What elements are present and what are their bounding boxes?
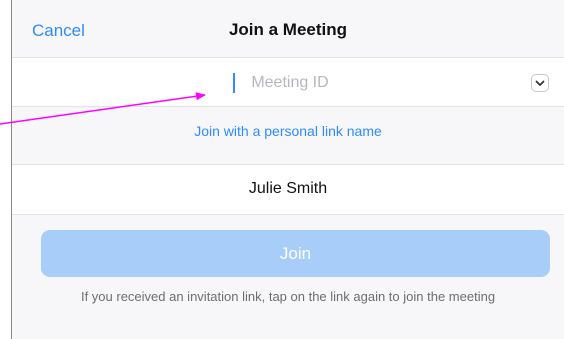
invitation-hint-text: If you received an invitation link, tap … [80, 289, 496, 304]
navigation-bar: Cancel Join a Meeting [12, 7, 564, 57]
join-button[interactable]: Join [41, 230, 550, 277]
text-cursor [233, 73, 235, 93]
window-edge [0, 0, 12, 339]
page-title: Join a Meeting [228, 20, 348, 39]
meeting-id-row [12, 57, 564, 107]
display-name-row: Julie Smith [12, 164, 564, 215]
chevron-down-icon [535, 80, 545, 86]
meeting-id-input[interactable] [112, 67, 468, 99]
join-with-personal-link-button[interactable]: Join with a personal link name [12, 123, 564, 139]
join-meeting-sheet: Cancel Join a Meeting Join with a person… [12, 0, 564, 339]
meeting-id-history-button[interactable] [531, 74, 549, 92]
display-name-field[interactable]: Julie Smith [12, 180, 564, 198]
personal-link-row: Join with a personal link name [12, 107, 564, 164]
